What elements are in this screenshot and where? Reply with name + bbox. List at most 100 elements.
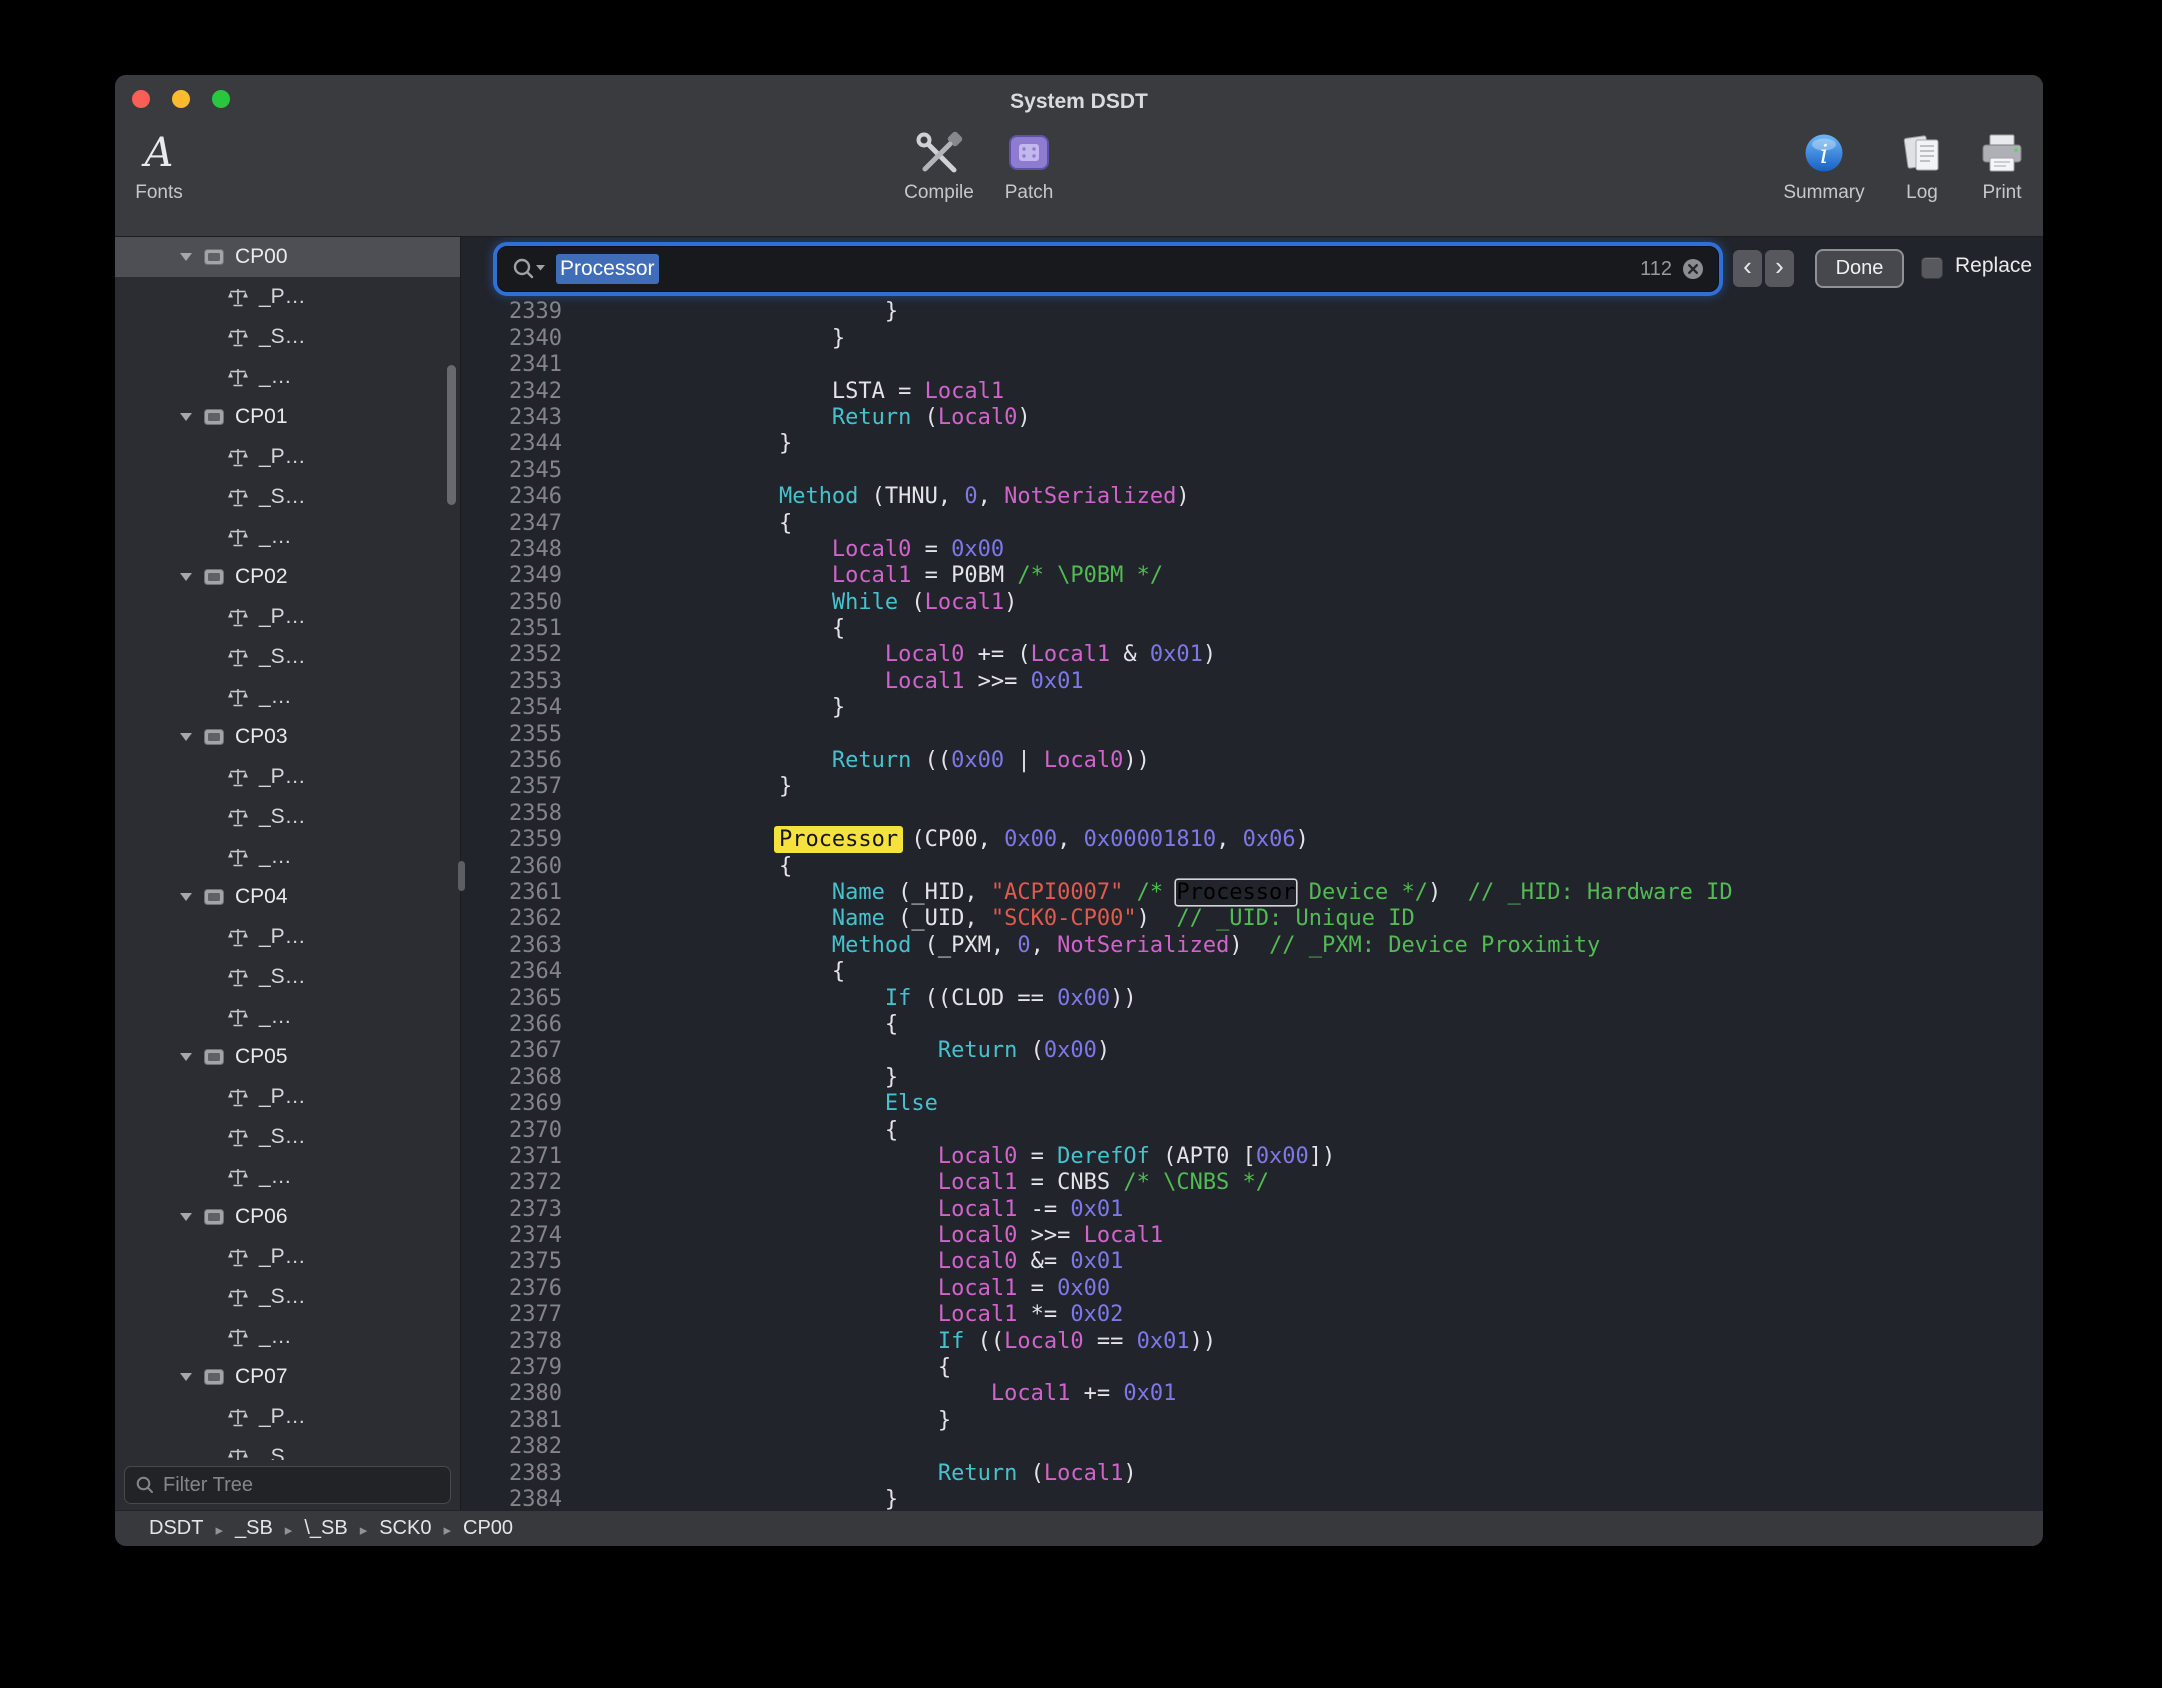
disclosure-triangle-icon[interactable] — [179, 252, 193, 262]
toolbar-button-fonts[interactable]: A Fonts — [115, 129, 203, 204]
toolbar-button-log[interactable]: Log — [1878, 129, 1966, 204]
breadcrumb-item-_SB[interactable]: _SB — [235, 1517, 273, 1540]
toolbar-button-summary[interactable]: i Summary — [1780, 129, 1868, 204]
tree-item-CP00-method[interactable]: _P… — [115, 277, 460, 317]
line-number: 2381 — [476, 1408, 562, 1434]
find-clear-button[interactable] — [1682, 258, 1704, 280]
find-previous-button[interactable]: ‹ — [1733, 250, 1762, 287]
method-icon — [227, 1446, 249, 1460]
tree-item-CP05-method[interactable]: _P… — [115, 1077, 460, 1117]
tree-item-CP07[interactable]: CP07 — [115, 1357, 460, 1397]
tree-item-label: CP04 — [235, 885, 288, 909]
code-line: 2342 LSTA = Local1 — [476, 379, 2043, 405]
breadcrumb-separator: ▸ — [443, 1519, 451, 1539]
tree-item-CP06-method[interactable]: _S… — [115, 1277, 460, 1317]
tree-item-CP02-method[interactable]: _… — [115, 677, 460, 717]
disclosure-triangle-icon[interactable] — [179, 572, 193, 582]
code-line: 2373 Local1 -= 0x01 — [476, 1197, 2043, 1223]
line-number: 2366 — [476, 1012, 562, 1038]
code-line: 2380 Local1 += 0x01 — [476, 1381, 2043, 1407]
line-number: 2348 — [476, 537, 562, 563]
line-number: 2354 — [476, 695, 562, 721]
replace-checkbox[interactable] — [1921, 257, 1943, 279]
processor-icon — [202, 887, 226, 907]
line-number: 2358 — [476, 801, 562, 827]
print-icon — [1979, 131, 2025, 175]
tree-item-CP04-method[interactable]: _P… — [115, 917, 460, 957]
tree-item-CP04[interactable]: CP04 — [115, 877, 460, 917]
tree-item-CP06-method[interactable]: _P… — [115, 1237, 460, 1277]
breadcrumb-item-DSDT[interactable]: DSDT — [149, 1517, 203, 1540]
disclosure-triangle-icon[interactable] — [179, 732, 193, 742]
tree-item-CP04-method[interactable]: _… — [115, 997, 460, 1037]
toolbar-button-compile[interactable]: Compile — [895, 129, 983, 204]
disclosure-triangle-icon[interactable] — [179, 892, 193, 902]
search-menu-icon[interactable] — [512, 257, 546, 281]
tree-item-label: _S… — [259, 1285, 306, 1309]
tree-item-CP01-method[interactable]: _P… — [115, 437, 460, 477]
method-icon — [227, 286, 249, 308]
tree-item-CP05[interactable]: CP05 — [115, 1037, 460, 1077]
code-line: 2355 — [476, 722, 2043, 748]
tree-item-CP03-method[interactable]: _P… — [115, 757, 460, 797]
tree-item-CP05-method[interactable]: _… — [115, 1157, 460, 1197]
code-text: { — [620, 959, 845, 985]
pane-splitter-handle[interactable] — [458, 861, 465, 891]
processor-icon — [202, 1367, 226, 1387]
tree-item-CP06[interactable]: CP06 — [115, 1197, 460, 1237]
line-number: 2355 — [476, 722, 562, 748]
filter-tree-field[interactable]: Filter Tree — [124, 1466, 451, 1504]
tree-item-CP07-method[interactable]: _P… — [115, 1397, 460, 1437]
tree-item-CP03-method[interactable]: _S… — [115, 797, 460, 837]
tree-item-CP04-method[interactable]: _S… — [115, 957, 460, 997]
code-line: 2353 Local1 >>= 0x01 — [476, 669, 2043, 695]
disclosure-triangle-icon[interactable] — [179, 1372, 193, 1382]
method-icon — [227, 526, 249, 548]
tree-item-CP03[interactable]: CP03 — [115, 717, 460, 757]
code-line: 2346 Method (THNU, 0, NotSerialized) — [476, 484, 2043, 510]
tree-item-CP00-method[interactable]: _… — [115, 357, 460, 397]
disclosure-triangle-icon[interactable] — [179, 1212, 193, 1222]
code-line: 2374 Local0 >>= Local1 — [476, 1223, 2043, 1249]
tree-item-CP01-method[interactable]: _S… — [115, 477, 460, 517]
code-line: 2347 { — [476, 511, 2043, 537]
tree-item-CP00-method[interactable]: _S… — [115, 317, 460, 357]
tree-item-label: _S… — [259, 645, 306, 669]
disclosure-triangle-icon[interactable] — [179, 412, 193, 422]
tree-item-CP00[interactable]: CP00 — [115, 237, 460, 277]
code-line: 2345 — [476, 458, 2043, 484]
tree-item-CP03-method[interactable]: _… — [115, 837, 460, 877]
tree-item-CP07-method[interactable]: _S… — [115, 1437, 460, 1460]
tree-item-CP01[interactable]: CP01 — [115, 397, 460, 437]
tree-item-CP05-method[interactable]: _S… — [115, 1117, 460, 1157]
find-nav-buttons: ‹ › — [1733, 250, 1794, 287]
done-button[interactable]: Done — [1815, 249, 1904, 288]
method-icon — [227, 766, 249, 788]
code-line: 2359 Processor (CP00, 0x00, 0x00001810, … — [476, 827, 2043, 853]
code-text: Local1 = P0BM /* \P0BM */ — [620, 563, 1163, 589]
code-line: 2382 — [476, 1434, 2043, 1460]
disclosure-triangle-icon[interactable] — [179, 1052, 193, 1062]
method-icon — [227, 686, 249, 708]
find-search-field[interactable]: Processor 112 — [497, 246, 1719, 292]
find-next-button[interactable]: › — [1765, 250, 1794, 287]
tree-item-label: _S… — [259, 485, 306, 509]
toolbar-button-print[interactable]: Print — [1958, 129, 2043, 204]
tree-item-CP06-method[interactable]: _… — [115, 1317, 460, 1357]
tree-item-CP01-method[interactable]: _… — [115, 517, 460, 557]
sidebar-scrollbar-thumb[interactable] — [447, 365, 456, 505]
code-line: 2352 Local0 += (Local1 & 0x01) — [476, 642, 2043, 668]
tree-item-CP02[interactable]: CP02 — [115, 557, 460, 597]
code-text: Return ((0x00 | Local0)) — [620, 748, 1150, 774]
tree-item-CP02-method[interactable]: _P… — [115, 597, 460, 637]
code-text: Local1 >>= 0x01 — [620, 669, 1084, 695]
breadcrumb-item-_SB[interactable]: \_SB — [304, 1517, 347, 1540]
code-text: Local0 >>= Local1 — [620, 1223, 1163, 1249]
method-icon — [227, 1126, 249, 1148]
breadcrumb-item-CP00[interactable]: CP00 — [463, 1517, 513, 1540]
tree-item-label: _… — [259, 845, 292, 869]
breadcrumb-item-SCK0[interactable]: SCK0 — [379, 1517, 431, 1540]
breadcrumb-separator: ▸ — [360, 1519, 368, 1539]
tree-item-CP02-method[interactable]: _S… — [115, 637, 460, 677]
toolbar-button-patch[interactable]: Patch — [985, 129, 1073, 204]
